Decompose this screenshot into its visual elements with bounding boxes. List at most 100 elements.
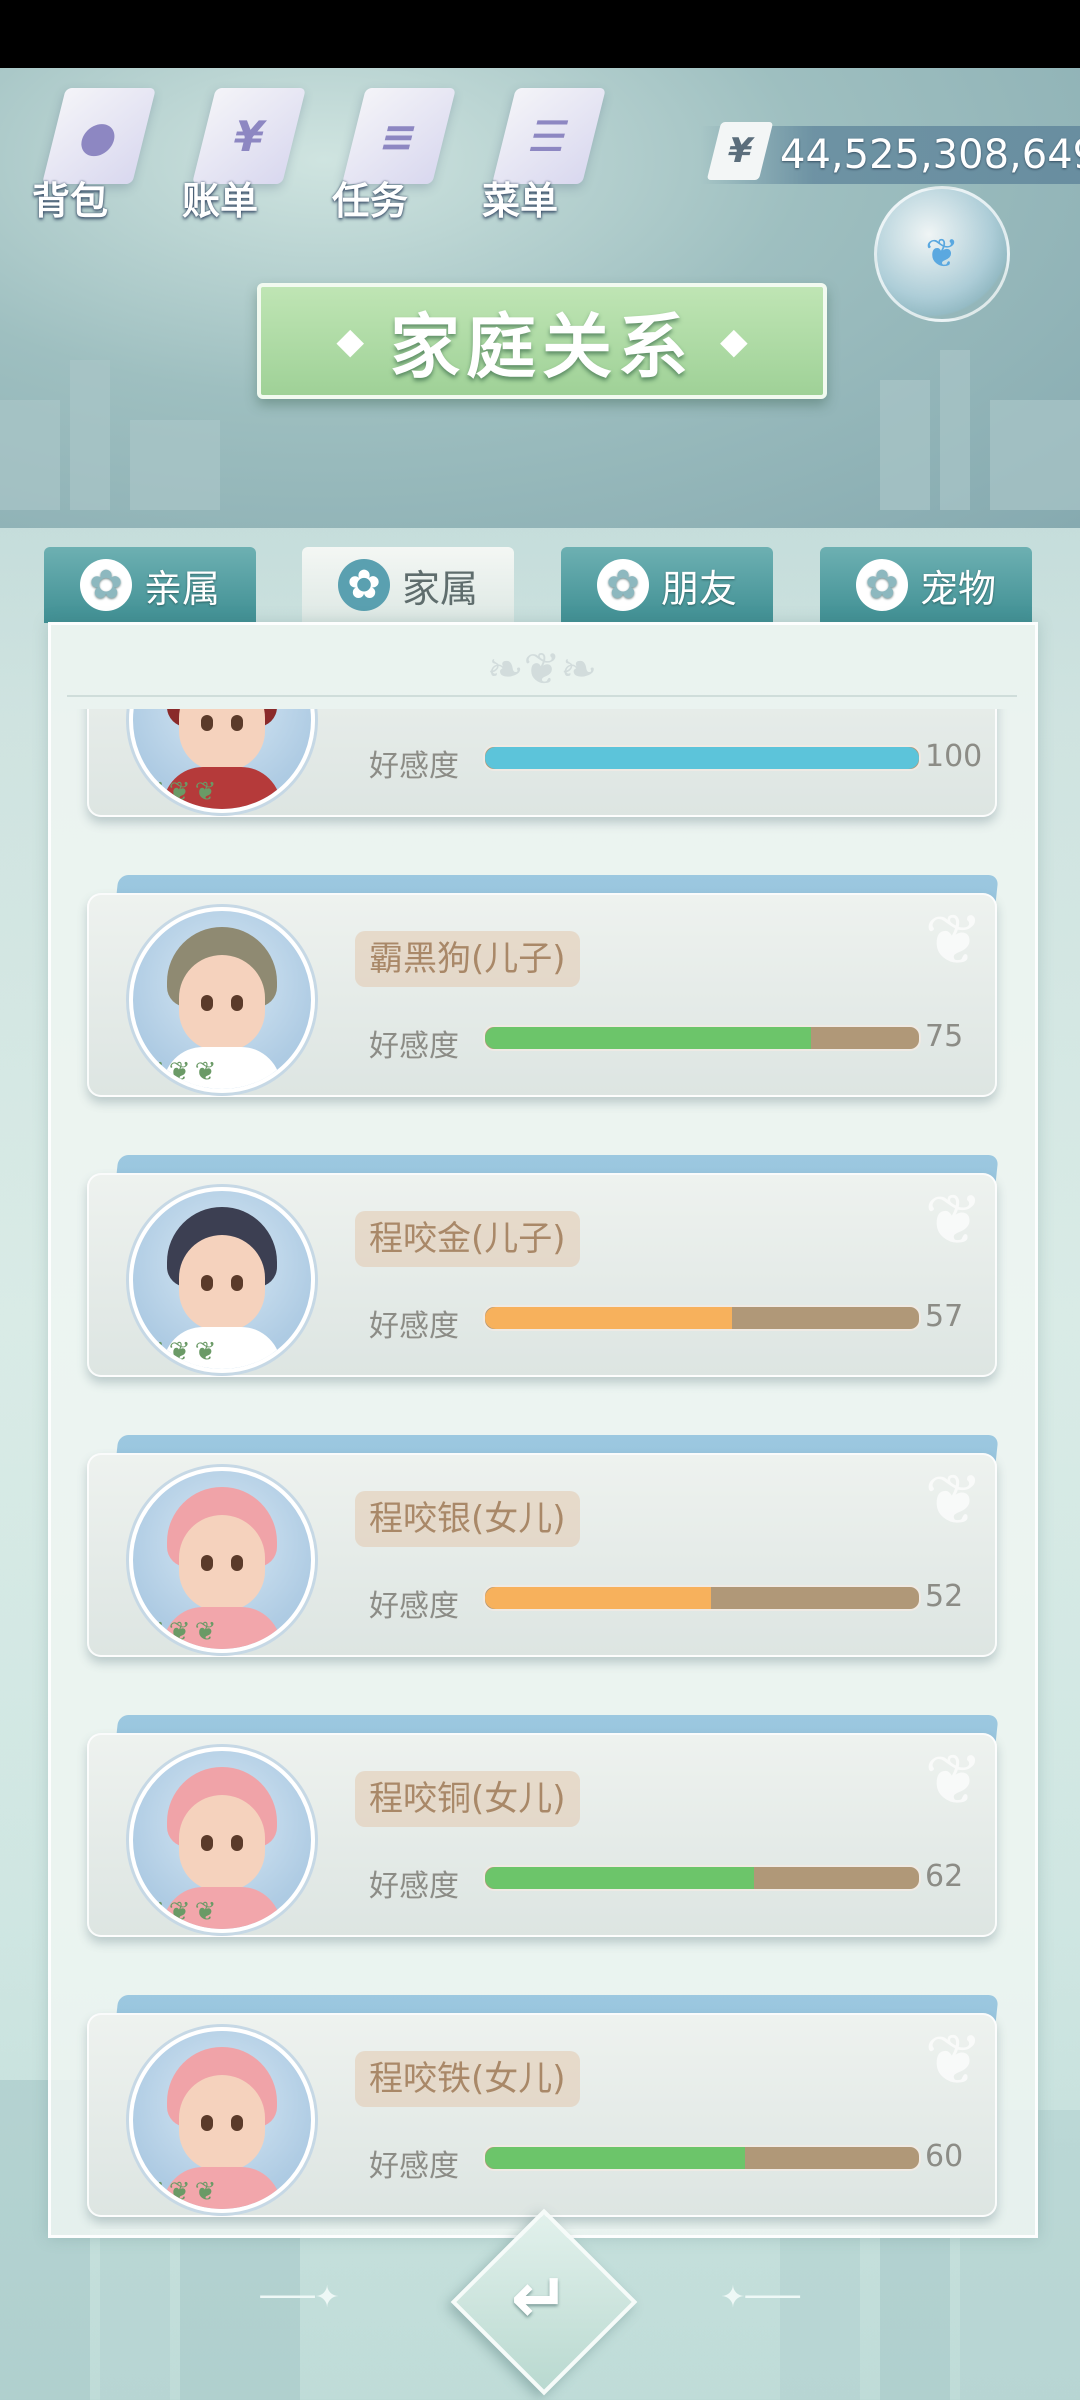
bill-label: 账单 — [182, 179, 259, 223]
diamond-left-icon: ◆ — [336, 320, 364, 362]
avatar-face — [179, 1515, 265, 1611]
affinity-label: 好感度 — [369, 1029, 459, 1064]
avatar-eye — [231, 2115, 243, 2131]
vine-decoration-icon: ❦ — [924, 1739, 983, 1821]
ornament-left-icon: ───✦ — [260, 2280, 340, 2315]
family-member-card[interactable]: ❦ ❦❦❦ 程咬银(女儿) 好感度 52 — [87, 1435, 999, 1663]
affinity-bar — [483, 745, 921, 771]
avatar-eye — [201, 1555, 213, 1571]
member-name: 程咬银(女儿) — [355, 1491, 580, 1547]
avatar: ❦❦❦ — [129, 709, 315, 813]
leaf-wreath-icon: ❦❦❦ — [143, 1617, 221, 1647]
member-name: 程咬金(儿子) — [355, 1211, 580, 1267]
affinity-value: 75 — [925, 1019, 964, 1054]
family-panel: ❧❦❧ ❦ ❦❦❦ 好感度 100 ❦ — [48, 622, 1038, 2238]
ornament-right-icon: ✦─── — [720, 2280, 800, 2315]
avatar-eye — [231, 1835, 243, 1851]
affinity-label: 好感度 — [369, 749, 459, 784]
avatar: ❦❦❦ — [129, 2027, 315, 2213]
avatar-face — [179, 709, 265, 771]
task-button[interactable]: ≡ 任务 — [328, 78, 458, 228]
avatar-face — [179, 1235, 265, 1331]
tab-pets[interactable]: ✿ 宠物 — [820, 547, 1032, 623]
affinity-bar — [483, 1585, 921, 1611]
leaf-wreath-icon: ❦❦❦ — [143, 2177, 221, 2207]
affinity-value: 57 — [925, 1299, 964, 1334]
flower-icon: ✿ — [337, 559, 390, 611]
avatar-face — [179, 2075, 265, 2171]
bill-button[interactable]: ¥ 账单 — [178, 78, 308, 228]
affinity-bar-fill — [485, 2147, 746, 2169]
affinity-bar-fill — [485, 1587, 711, 1609]
avatar-eye — [201, 995, 213, 1011]
avatar-face — [179, 1795, 265, 1891]
avatar: ❦❦❦ — [129, 907, 315, 1093]
affinity-label: 好感度 — [369, 1589, 459, 1624]
vine-decoration-icon: ❦ — [924, 1179, 983, 1261]
butterfly-orb-icon[interactable]: ❦ — [874, 186, 1010, 322]
affinity-bar-fill — [485, 747, 919, 769]
leaf-wreath-icon: ❦❦❦ — [143, 1897, 221, 1927]
status-bar — [0, 0, 1080, 68]
vine-decoration-icon: ❦ — [924, 899, 983, 981]
affinity-value: 60 — [925, 2139, 964, 2174]
family-member-card[interactable]: ❦ ❦❦❦ 程咬金(儿子) 好感度 57 — [87, 1155, 999, 1383]
avatar-eye — [231, 1555, 243, 1571]
affinity-bar — [483, 1305, 921, 1331]
yen-icon: ¥ — [706, 122, 774, 180]
tab-label: 朋友 — [660, 566, 737, 611]
tab-label: 亲属 — [143, 566, 220, 611]
diamond-right-icon: ◆ — [720, 320, 748, 362]
panel-ornament-icon: ❧❦❧ — [67, 645, 1017, 697]
affinity-value: 62 — [925, 1859, 964, 1894]
tab-label: 家属 — [401, 566, 478, 611]
avatar-eye — [201, 2115, 213, 2131]
tab-family[interactable]: ✿ 家属 — [302, 547, 514, 623]
affinity-label: 好感度 — [369, 1869, 459, 1904]
avatar: ❦❦❦ — [129, 1187, 315, 1373]
family-member-card[interactable]: ❦ ❦❦❦ 程咬铜(女儿) 好感度 62 — [87, 1715, 999, 1943]
affinity-bar-fill — [485, 1027, 811, 1049]
flower-icon: ✿ — [855, 559, 908, 611]
avatar: ❦❦❦ — [129, 1467, 315, 1653]
affinity-bar — [483, 2145, 921, 2171]
flower-icon: ✿ — [79, 559, 132, 611]
member-name: 程咬铁(女儿) — [355, 2051, 580, 2107]
vine-decoration-icon: ❦ — [924, 1459, 983, 1541]
avatar-eye — [231, 1275, 243, 1291]
affinity-value: 100 — [925, 739, 983, 774]
vine-decoration-icon: ❦ — [924, 2019, 983, 2101]
bag-label: 背包 — [32, 179, 109, 223]
avatar-eye — [201, 1275, 213, 1291]
avatar-eye — [231, 715, 243, 731]
affinity-label: 好感度 — [369, 2149, 459, 2184]
member-name: 霸黑狗(儿子) — [355, 931, 580, 987]
back-arrow-icon: ↵ — [510, 2257, 570, 2339]
leaf-wreath-icon: ❦❦❦ — [143, 1057, 221, 1087]
family-member-card[interactable]: ❦ ❦❦❦ 程咬铁(女儿) 好感度 60 — [87, 1995, 999, 2223]
family-member-card[interactable]: ❦ ❦❦❦ 霸黑狗(儿子) 好感度 75 — [87, 875, 999, 1103]
avatar-face — [179, 955, 265, 1051]
member-name: 程咬铜(女儿) — [355, 1771, 580, 1827]
tab-friends[interactable]: ✿ 朋友 — [561, 547, 773, 623]
affinity-bar — [483, 1025, 921, 1051]
affinity-label: 好感度 — [369, 1309, 459, 1344]
family-list[interactable]: ❦ ❦❦❦ 好感度 100 ❦ ❦❦❦ — [51, 709, 1035, 2229]
leaf-wreath-icon: ❦❦❦ — [143, 777, 221, 807]
tab-label: 宠物 — [919, 566, 996, 611]
currency-display: ¥ 44,525,308,649 — [700, 122, 1080, 184]
affinity-bar-fill — [485, 1867, 755, 1889]
affinity-bar — [483, 1865, 921, 1891]
currency-amount: 44,525,308,649 — [780, 132, 1080, 178]
affinity-value: 52 — [925, 1579, 964, 1614]
avatar-eye — [201, 1835, 213, 1851]
menu-button[interactable]: ☰ 菜单 — [478, 78, 608, 228]
avatar-eye — [201, 715, 213, 731]
bag-button[interactable]: ● 背包 — [28, 78, 158, 228]
page-title: 家庭关系 — [390, 305, 694, 388]
affinity-bar-fill — [485, 1307, 733, 1329]
family-member-card[interactable]: ❦ ❦❦❦ 好感度 100 — [87, 709, 999, 823]
flower-icon: ✿ — [596, 559, 649, 611]
page-title-banner: ◆ 家庭关系 ◆ — [257, 283, 827, 399]
tab-relatives[interactable]: ✿ 亲属 — [44, 547, 256, 623]
